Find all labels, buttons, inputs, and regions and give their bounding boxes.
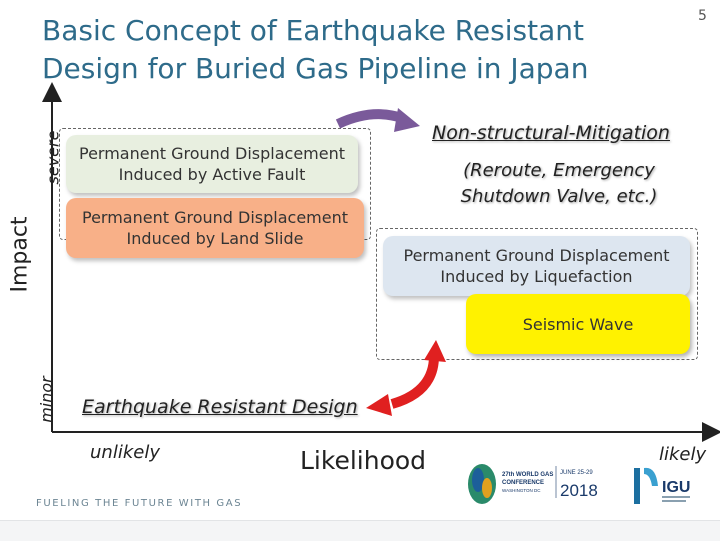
x-axis-label: Likelihood xyxy=(300,446,427,475)
red-arrow-head-top xyxy=(424,340,446,362)
svg-text:CONFERENCE: CONFERENCE xyxy=(502,480,544,486)
svg-text:IGU: IGU xyxy=(662,479,690,496)
x-axis-low-label: unlikely xyxy=(90,442,160,463)
red-arrow-head xyxy=(366,394,392,416)
non-structural-mitigation-detail: (Reroute, Emergency Shutdown Valve, etc.… xyxy=(460,160,658,207)
svg-text:27th WORLD GAS: 27th WORLD GAS xyxy=(502,472,553,478)
svg-text:2018: 2018 xyxy=(560,481,598,500)
svg-text:WASHINGTON DC: WASHINGTON DC xyxy=(502,488,541,493)
svg-text:JUNE 25-29: JUNE 25-29 xyxy=(560,470,593,476)
earthquake-resistant-design-label: Earthquake Resistant Design xyxy=(82,396,358,418)
purple-arrow-head xyxy=(394,108,420,132)
world-gas-conference-logo: 27th WORLD GAS CONFERENCE WASHINGTON DC … xyxy=(468,464,598,504)
igu-logo: IGU xyxy=(634,467,690,504)
red-arrow xyxy=(390,355,439,409)
purple-arrow xyxy=(335,109,404,129)
footer-tagline: FUELING THE FUTURE WITH GAS xyxy=(36,498,243,509)
footer-bar xyxy=(0,520,720,541)
x-axis-high-label: likely xyxy=(659,444,707,465)
non-structural-mitigation-label: Non-structural-Mitigation xyxy=(432,122,670,144)
